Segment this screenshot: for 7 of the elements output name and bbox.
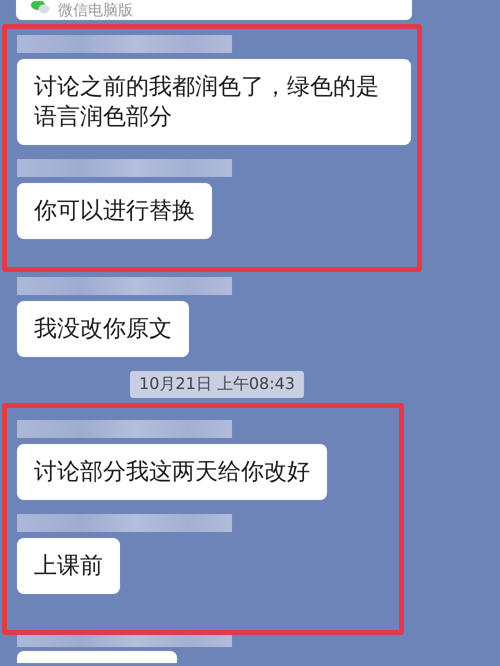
message-bubble: 上课前 (17, 538, 120, 594)
message-bubble: 你可以进行替换 (17, 183, 212, 239)
app-label: 微信电脑版 (58, 1, 133, 19)
message-bubble: 我没改你原文 (17, 301, 189, 357)
message-bubble: 讨论之前的我都润色了，绿色的是语言润色部分 (17, 59, 411, 145)
timestamp: 10月21日 上午08:43 (130, 371, 304, 398)
message-bubble: 讨论部分我这两天给你改好 (17, 444, 327, 500)
